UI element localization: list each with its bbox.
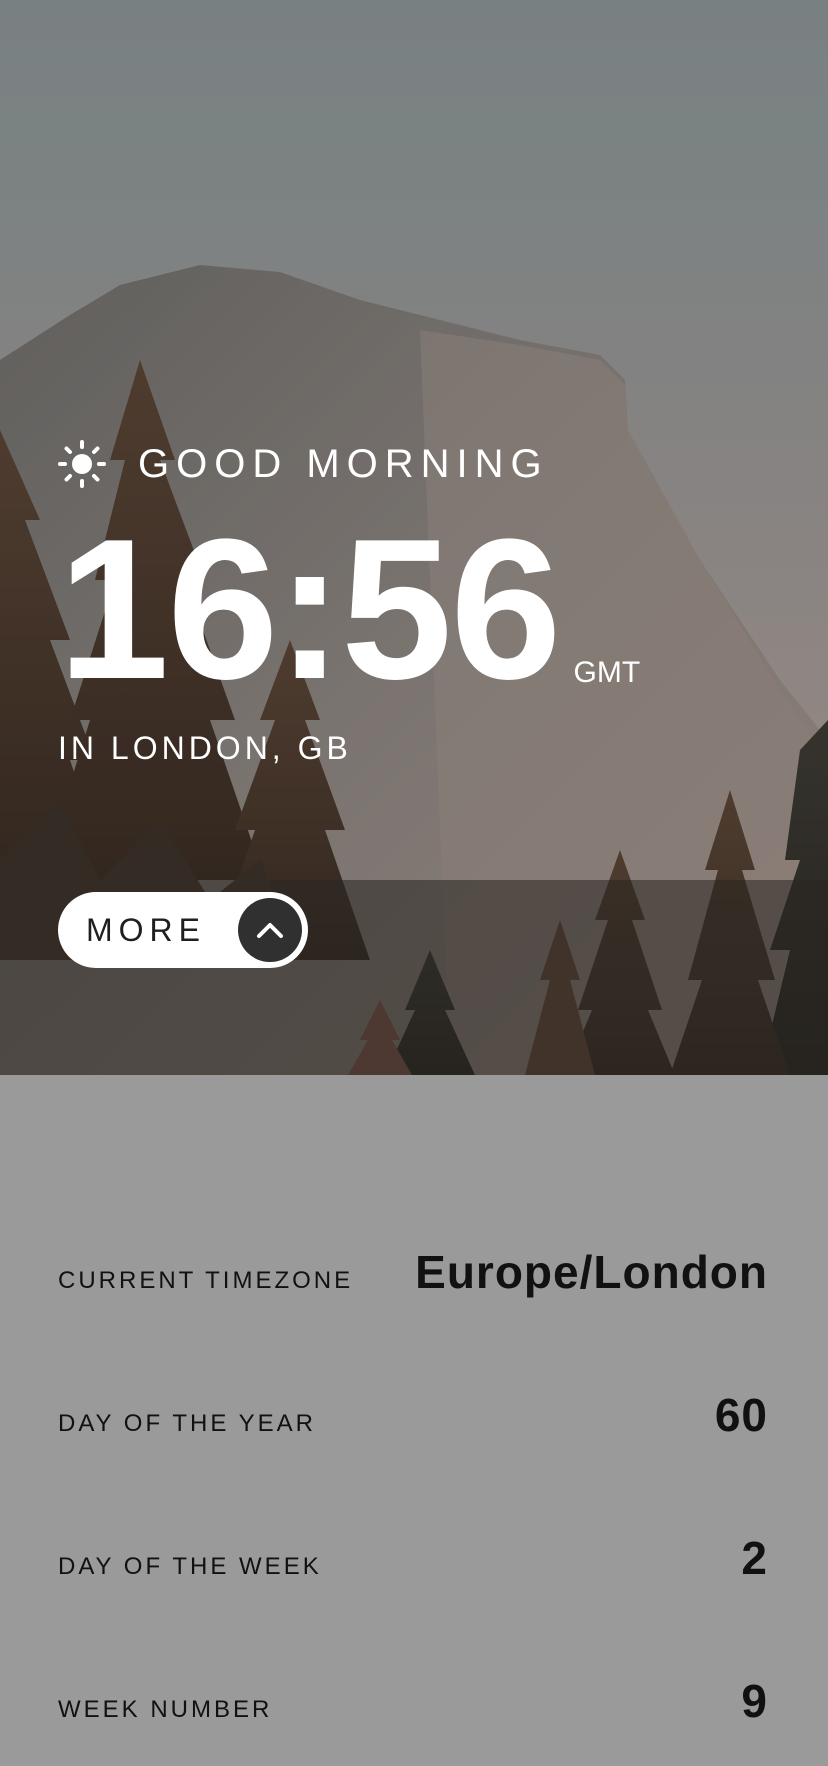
detail-value: 60 — [714, 1389, 768, 1441]
details-panel: CURRENT TIMEZONE Europe/London DAY OF TH… — [0, 1075, 828, 1766]
timezone-abbreviation: GMT — [573, 656, 641, 689]
detail-row-day-of-year: DAY OF THE YEAR 60 — [58, 1388, 768, 1442]
detail-value: 9 — [741, 1675, 768, 1727]
detail-label: CURRENT TIMEZONE — [58, 1267, 354, 1294]
greeting-text: GOOD MORNING — [138, 442, 549, 486]
detail-label: WEEK NUMBER — [58, 1696, 273, 1723]
chevron-up-icon[interactable] — [238, 898, 302, 962]
more-button[interactable]: MORE — [58, 892, 308, 968]
sun-icon — [58, 440, 106, 488]
hero-section: GOOD MORNING 16:56 GMT IN LONDON, GB MOR… — [0, 0, 828, 1075]
detail-label: DAY OF THE YEAR — [58, 1410, 316, 1437]
time-display: 16:56 GMT — [58, 498, 641, 721]
detail-row-week-number: WEEK NUMBER 9 — [58, 1674, 768, 1728]
location-label: IN LONDON, GB — [58, 730, 352, 766]
detail-label: DAY OF THE WEEK — [58, 1553, 322, 1580]
detail-row-timezone: CURRENT TIMEZONE Europe/London — [58, 1245, 768, 1299]
more-button-label: MORE — [86, 911, 206, 948]
clock-app: GOOD MORNING 16:56 GMT IN LONDON, GB MOR… — [0, 0, 828, 1766]
current-time: 16:56 — [58, 498, 562, 721]
detail-row-day-of-week: DAY OF THE WEEK 2 — [58, 1531, 768, 1585]
greeting: GOOD MORNING — [58, 440, 549, 488]
detail-value: 2 — [741, 1532, 768, 1584]
detail-value: Europe/London — [415, 1246, 768, 1298]
